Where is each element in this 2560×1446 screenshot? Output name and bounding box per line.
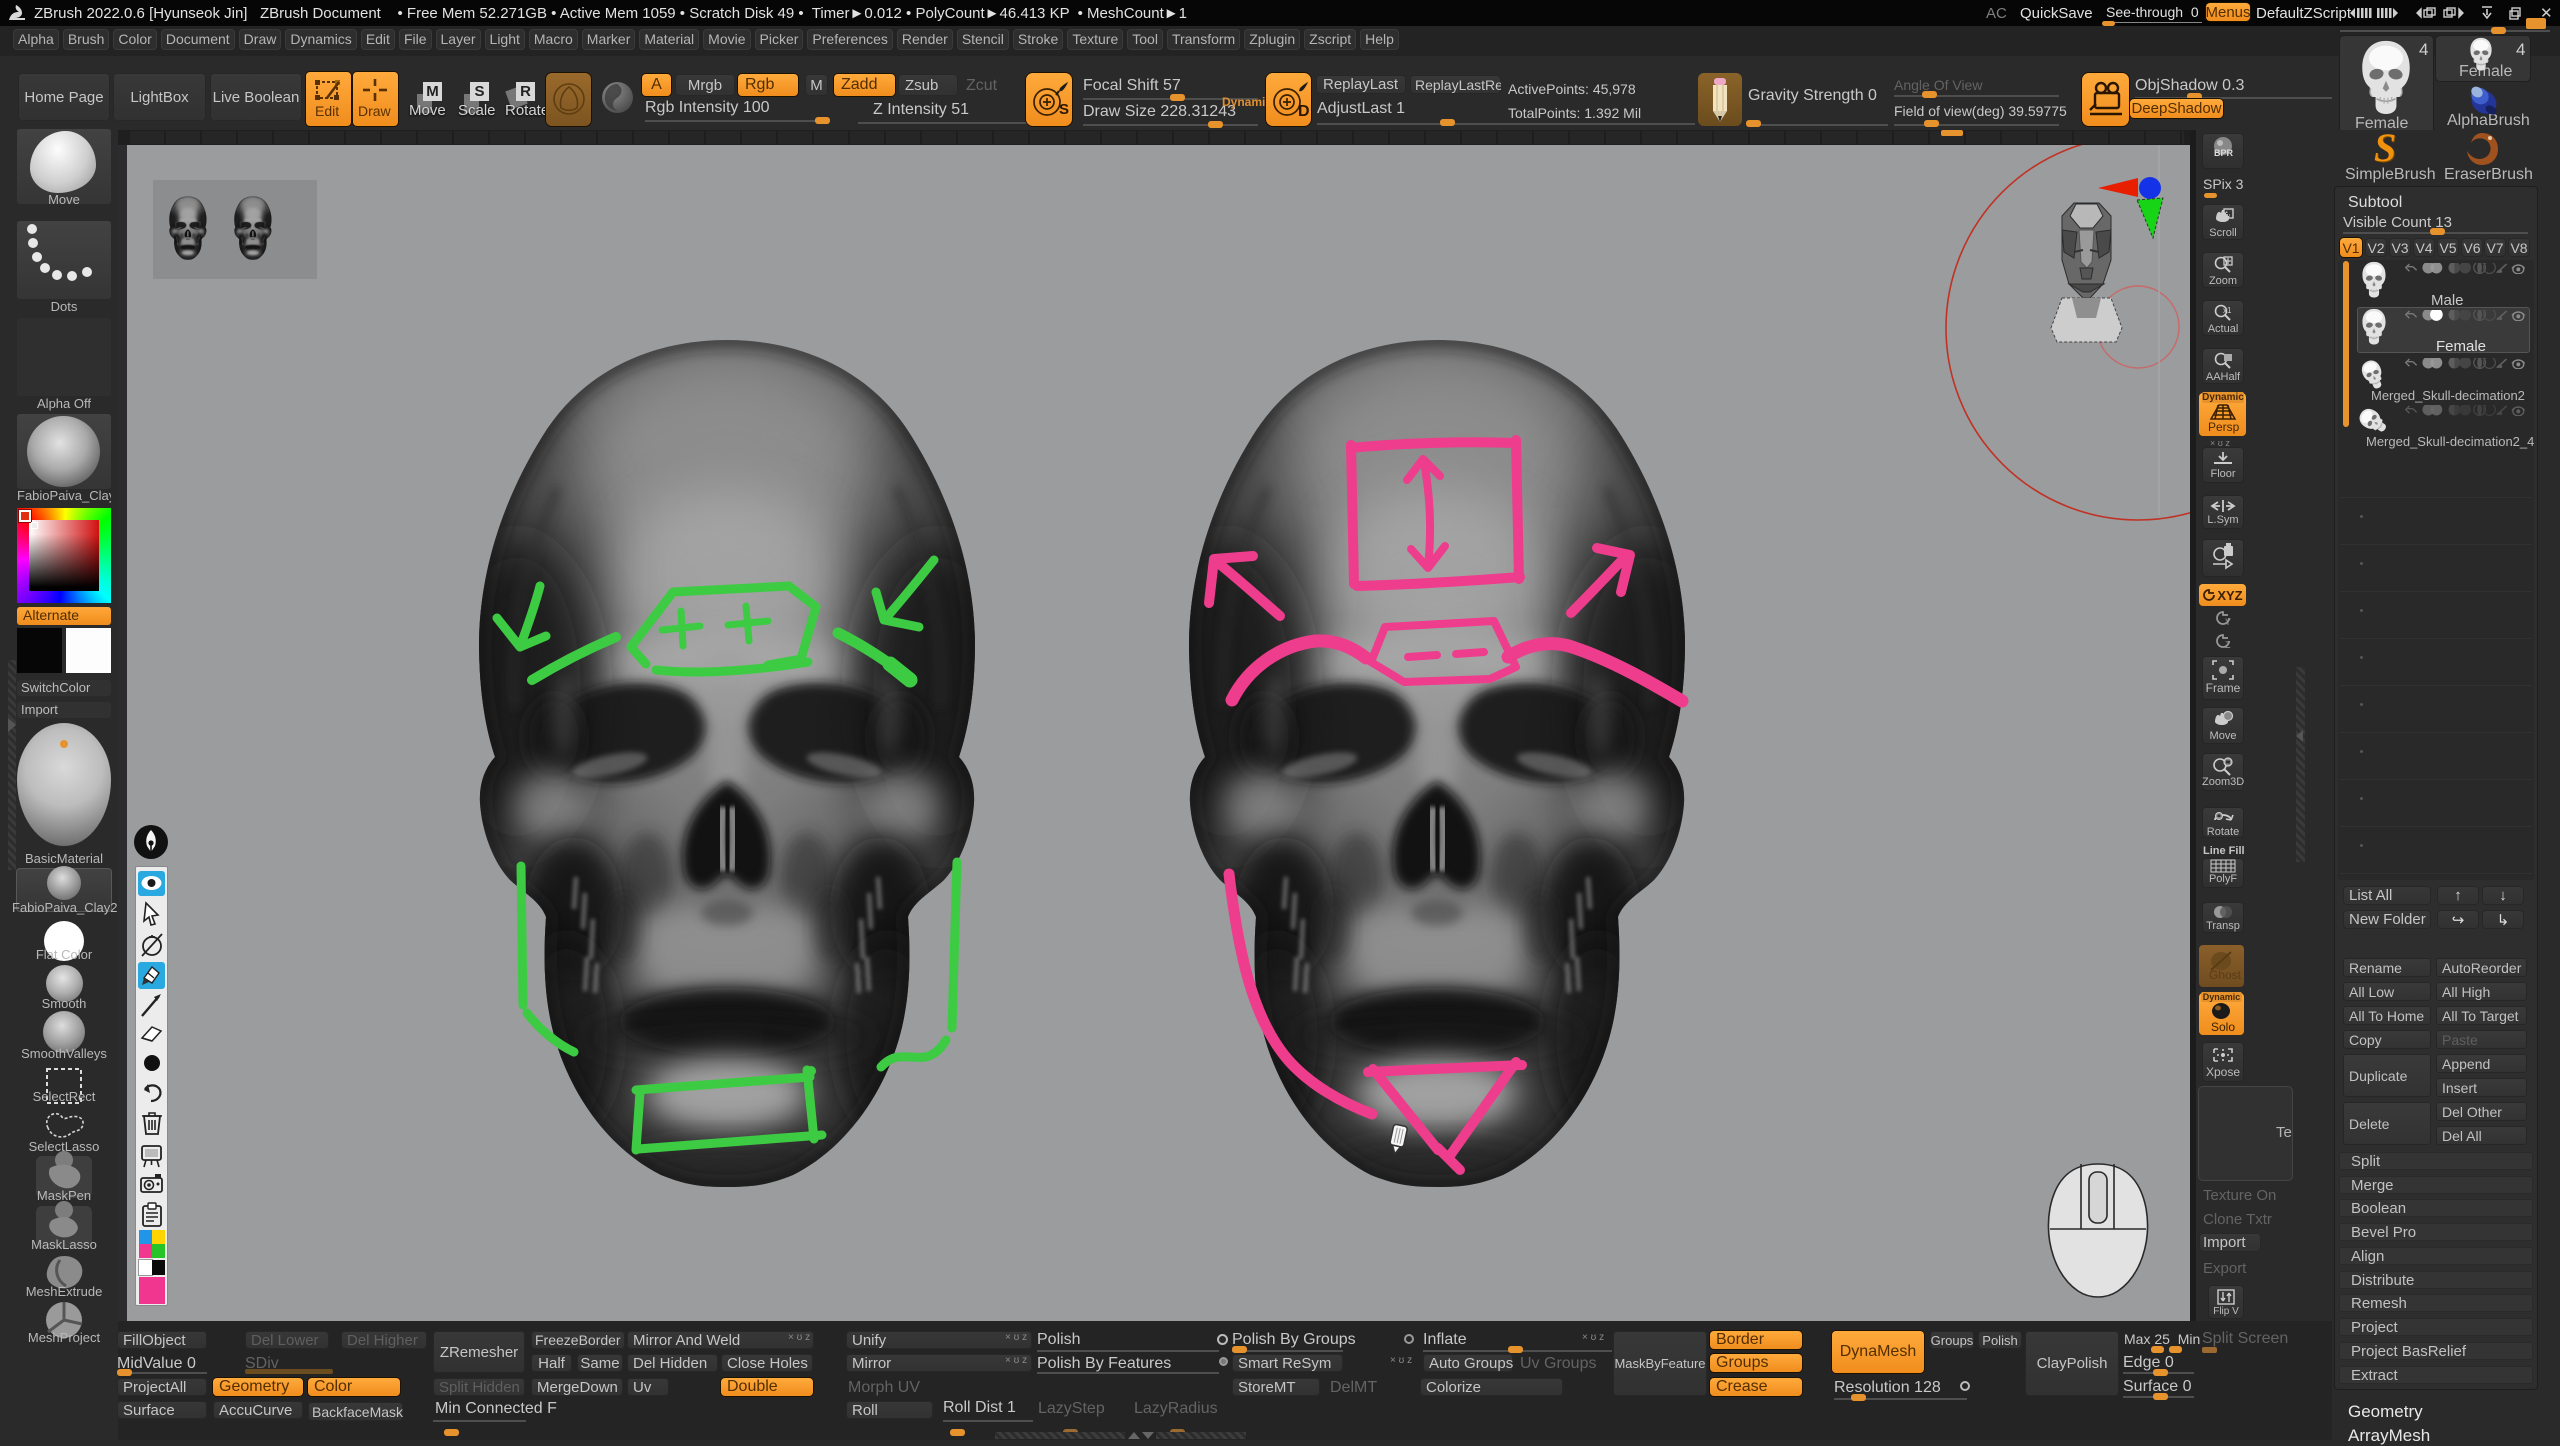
- svg-text:S: S: [1059, 101, 1069, 118]
- svg-text:D: D: [1298, 103, 1310, 120]
- svg-text:Y: Y: [2225, 617, 2231, 627]
- svg-text:BPR: BPR: [2214, 148, 2234, 158]
- svg-text:x1: x1: [2223, 306, 2232, 315]
- svg-text:Z: Z: [2225, 640, 2231, 650]
